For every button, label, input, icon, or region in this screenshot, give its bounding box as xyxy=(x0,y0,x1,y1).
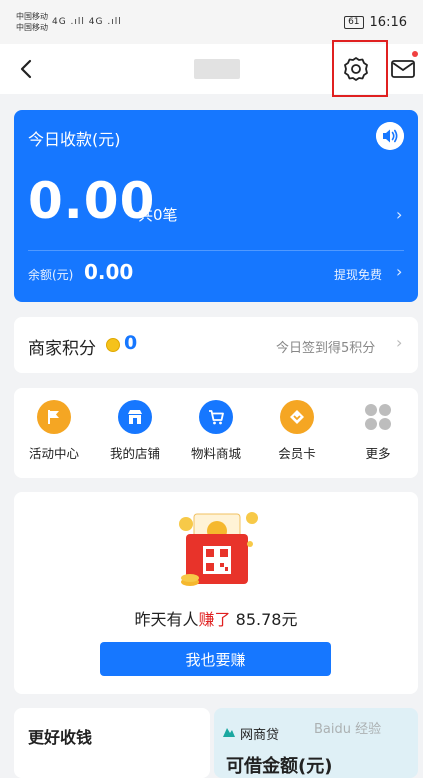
withdraw-chevron-icon: › xyxy=(396,262,403,281)
income-title: 今日收款(元) xyxy=(28,130,121,149)
income-count: 共0笔 xyxy=(138,206,178,224)
status-time: 16:16 xyxy=(369,14,407,30)
service-activity-center[interactable]: 活动中心 xyxy=(14,400,94,462)
card-divider xyxy=(28,250,404,251)
mybank-logo-icon xyxy=(223,728,235,737)
back-arrow-icon[interactable] xyxy=(14,56,40,82)
settings-highlight-box xyxy=(332,40,388,97)
loan-amount-label: 可借金额(元) xyxy=(226,756,333,777)
flag-icon xyxy=(37,400,71,434)
mail-icon[interactable] xyxy=(390,57,416,81)
income-amount: 0.00 xyxy=(28,172,156,230)
member-card-icon xyxy=(280,400,314,434)
earn-promo-card: 昨天有人赚了 85.78元 我也要赚 xyxy=(14,492,418,694)
watermark-text: Baidu 经验 xyxy=(314,722,382,737)
nav-title-blurred xyxy=(194,59,240,79)
earn-text-after: 85.78元 xyxy=(230,610,298,629)
merchant-points-card[interactable]: 商家积分 0 今日签到得5积分 › xyxy=(14,317,418,373)
earn-text-before: 昨天有人 xyxy=(134,610,199,629)
earn-message: 昨天有人赚了 85.78元 xyxy=(14,606,418,630)
carrier-label-2: 中国移动 xyxy=(16,23,48,32)
earn-text-highlight: 赚了 xyxy=(198,610,231,629)
service-more[interactable]: 更多 xyxy=(338,400,418,462)
loan-brand-name: 网商贷 xyxy=(240,728,280,743)
loan-card[interactable]: 网商贷 Baidu 经验 可借金额(元) xyxy=(214,708,418,778)
battery-icon: 61 xyxy=(344,15,364,29)
balance-value: 0.00 xyxy=(84,260,134,284)
points-label: 商家积分 xyxy=(28,339,96,359)
signin-reward-text[interactable]: 今日签到得5积分 xyxy=(276,337,375,356)
more-grid-icon xyxy=(361,400,395,434)
coin-icon xyxy=(106,338,120,352)
service-label: 我的店铺 xyxy=(109,446,160,461)
earn-button[interactable]: 我也要赚 xyxy=(100,642,331,676)
services-card: 活动中心 我的店铺 物料商城 会员卡 更多 xyxy=(14,388,418,478)
service-label: 活动中心 xyxy=(28,446,79,461)
service-materials-mall[interactable]: 物料商城 xyxy=(176,400,256,462)
service-label: 更多 xyxy=(365,446,391,461)
points-chevron-icon: › xyxy=(396,333,403,352)
withdraw-link[interactable]: 提现免费 xyxy=(334,266,382,283)
service-my-shop[interactable]: 我的店铺 xyxy=(95,400,175,462)
income-card[interactable]: 今日收款(元) 0.00 共0笔 › 余额(元) 0.00 提现免费 › xyxy=(14,110,418,302)
notification-dot xyxy=(412,51,418,57)
status-bar: 中国移动 中国移动 4G .ıll 4G .ıll 61 16:16 xyxy=(0,0,423,44)
speaker-icon[interactable] xyxy=(376,122,404,150)
better-collection-card[interactable]: 更好收钱 xyxy=(14,708,210,778)
points-value: 0 xyxy=(124,332,138,354)
income-chevron-icon: › xyxy=(396,205,403,224)
carrier-label-1: 中国移动 xyxy=(16,12,48,21)
cart-icon xyxy=(199,400,233,434)
service-label: 会员卡 xyxy=(278,446,316,461)
service-member-card[interactable]: 会员卡 xyxy=(257,400,337,462)
shop-icon xyxy=(118,400,152,434)
service-label: 物料商城 xyxy=(190,446,241,461)
signal-icon: 4G .ıll 4G .ıll xyxy=(52,17,122,27)
balance-label: 余额(元) xyxy=(28,268,74,282)
better-collection-title: 更好收钱 xyxy=(28,728,93,747)
red-packet-qr-icon xyxy=(179,512,258,586)
